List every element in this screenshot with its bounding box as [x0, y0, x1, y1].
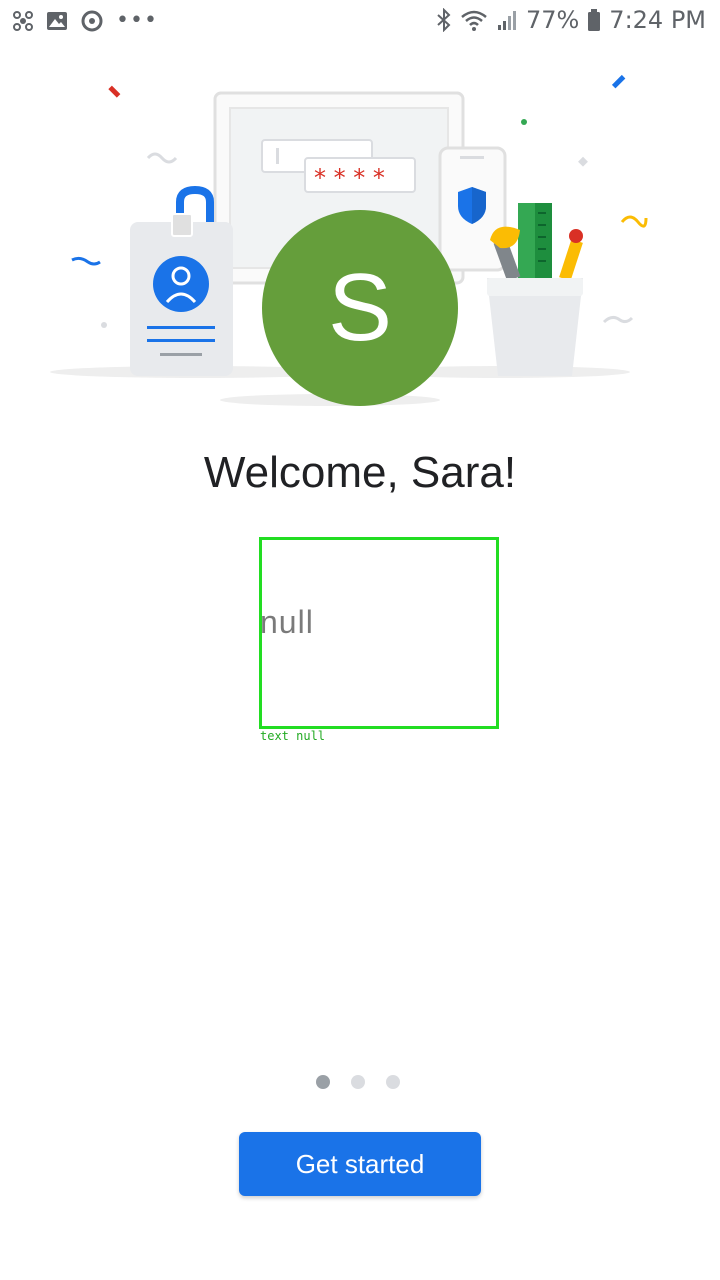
battery-icon: [588, 9, 601, 31]
notification-icons: •••: [12, 8, 158, 33]
page-dot[interactable]: [316, 1075, 330, 1089]
svg-text:* * * *: * * * *: [314, 164, 385, 192]
page-indicator: [316, 1075, 400, 1089]
status-bar: ••• 77% 7:24 PM: [0, 0, 720, 44]
system-status: 77% 7:24 PM: [436, 6, 706, 34]
welcome-title: Welcome, Sara!: [203, 448, 517, 497]
pen-cup-graphic: [487, 203, 583, 376]
avatar: S: [262, 210, 458, 406]
more-icon: •••: [116, 8, 158, 33]
bluetooth-icon: [437, 8, 451, 32]
page-dot[interactable]: [351, 1075, 365, 1089]
page-dot[interactable]: [386, 1075, 400, 1089]
avatar-initial: S: [327, 254, 393, 361]
phone-graphic: [438, 146, 507, 272]
sync-icon: [81, 10, 103, 31]
fan-icon: [13, 10, 33, 31]
battery-percent: 77%: [525, 6, 580, 34]
image-icon: [47, 11, 67, 30]
overlay-value: null: [260, 604, 314, 640]
clock: 7:24 PM: [609, 6, 706, 34]
get-started-button[interactable]: Get started: [239, 1132, 481, 1196]
signal-icon: [497, 11, 516, 30]
wifi-icon: [461, 10, 487, 31]
overlay-caption: text null: [260, 729, 326, 743]
